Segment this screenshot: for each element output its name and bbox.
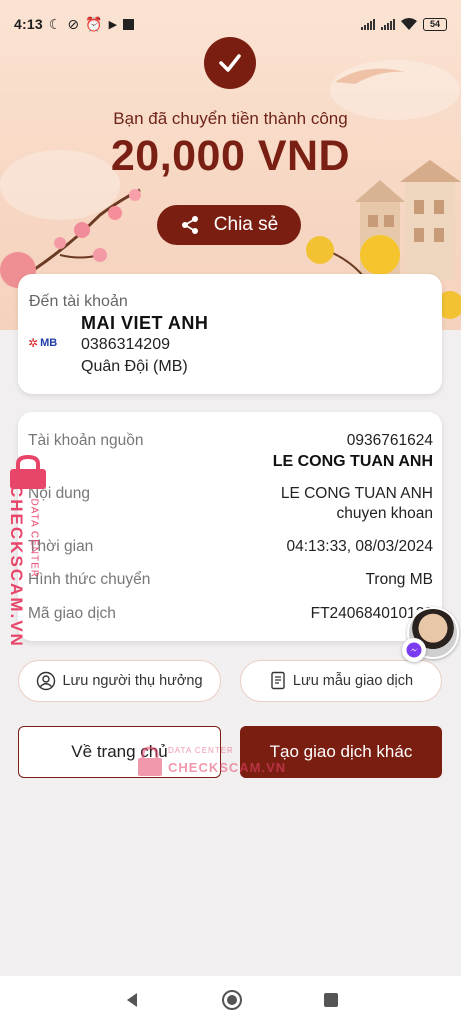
messenger-icon[interactable] xyxy=(402,638,426,662)
back-icon[interactable] xyxy=(123,991,141,1009)
home-nav-icon[interactable] xyxy=(221,989,243,1011)
share-button[interactable]: Chia sẻ xyxy=(157,205,301,245)
star-icon: ✲ xyxy=(28,336,39,350)
time-value: 04:13:33, 08/03/2024 xyxy=(286,538,433,555)
document-icon xyxy=(271,671,285,690)
source-account-row: Tài khoản nguồn 0936761624 LE CONG TUAN … xyxy=(28,432,433,472)
recipient-name: MAI VIET ANH xyxy=(81,313,209,333)
mb-bank-logo: ✲ MB xyxy=(28,336,58,350)
signal-icon xyxy=(361,18,375,30)
save-beneficiary-label: Lưu người thụ hưởng xyxy=(62,673,203,689)
save-beneficiary-button[interactable]: Lưu người thụ hưởng xyxy=(18,660,221,702)
signal-icon-2 xyxy=(381,18,395,30)
success-check-icon xyxy=(204,37,256,89)
wifi-icon xyxy=(401,18,417,30)
watermark-sub: DATA CENTER xyxy=(28,498,40,579)
transfer-amount: 20,000 VND xyxy=(110,132,351,180)
recipient-bank: Quân Đội (MB) xyxy=(81,358,188,375)
method-value: Trong MB xyxy=(365,571,433,588)
moon-icon: ☾ xyxy=(48,15,62,32)
lock-icon xyxy=(138,746,162,776)
destination-card: Đến tài khoản ✲ MB MAI VIET ANH 03863142… xyxy=(18,274,442,394)
recipient-account: 0386314209 xyxy=(81,336,170,353)
play-icon: ▶ xyxy=(108,18,118,31)
save-template-label: Lưu mẫu giao dịch xyxy=(292,673,414,689)
content-row: Nội dung LE CONG TUAN ANH chuyen khoan xyxy=(28,485,433,525)
watermark-center-brand: CHECKSCAM.VN xyxy=(168,760,287,775)
source-account: 0936761624 xyxy=(346,432,433,449)
content-line2: chuyen khoan xyxy=(336,505,433,522)
content-line1: LE CONG TUAN ANH xyxy=(280,485,433,502)
watermark-brand: CHECKSCAM.VN xyxy=(7,485,26,648)
source-name: LE CONG TUAN ANH xyxy=(272,453,433,470)
destination-title: Đến tài khoản xyxy=(29,293,128,310)
android-nav-bar xyxy=(0,976,461,1024)
recents-icon[interactable] xyxy=(323,992,339,1008)
bird-illustration xyxy=(335,68,405,84)
checkscam-watermark-center: DATA CENTER CHECKSCAM.VN xyxy=(136,742,296,782)
save-template-button[interactable]: Lưu mẫu giao dịch xyxy=(240,660,442,702)
person-icon xyxy=(37,671,56,691)
battery-icon: 54 xyxy=(423,17,447,31)
checkscam-watermark: CHECKSCAM.VN DATA CENTER xyxy=(6,455,50,650)
share-icon xyxy=(181,216,198,234)
watermark-center-sub: DATA CENTER xyxy=(168,746,234,755)
square-icon xyxy=(123,18,135,30)
transaction-details-card: Tài khoản nguồn 0936761624 LE CONG TUAN … xyxy=(18,412,442,641)
success-message: Bạn đã chuyển tiền thành công xyxy=(113,109,348,128)
source-label: Tài khoản nguồn xyxy=(28,432,144,449)
alarm-icon: ⏰ xyxy=(85,15,103,32)
mute-icon: ⊘ xyxy=(67,15,80,32)
status-time: 4:13 xyxy=(14,16,43,32)
share-label: Chia sẻ xyxy=(213,214,279,235)
